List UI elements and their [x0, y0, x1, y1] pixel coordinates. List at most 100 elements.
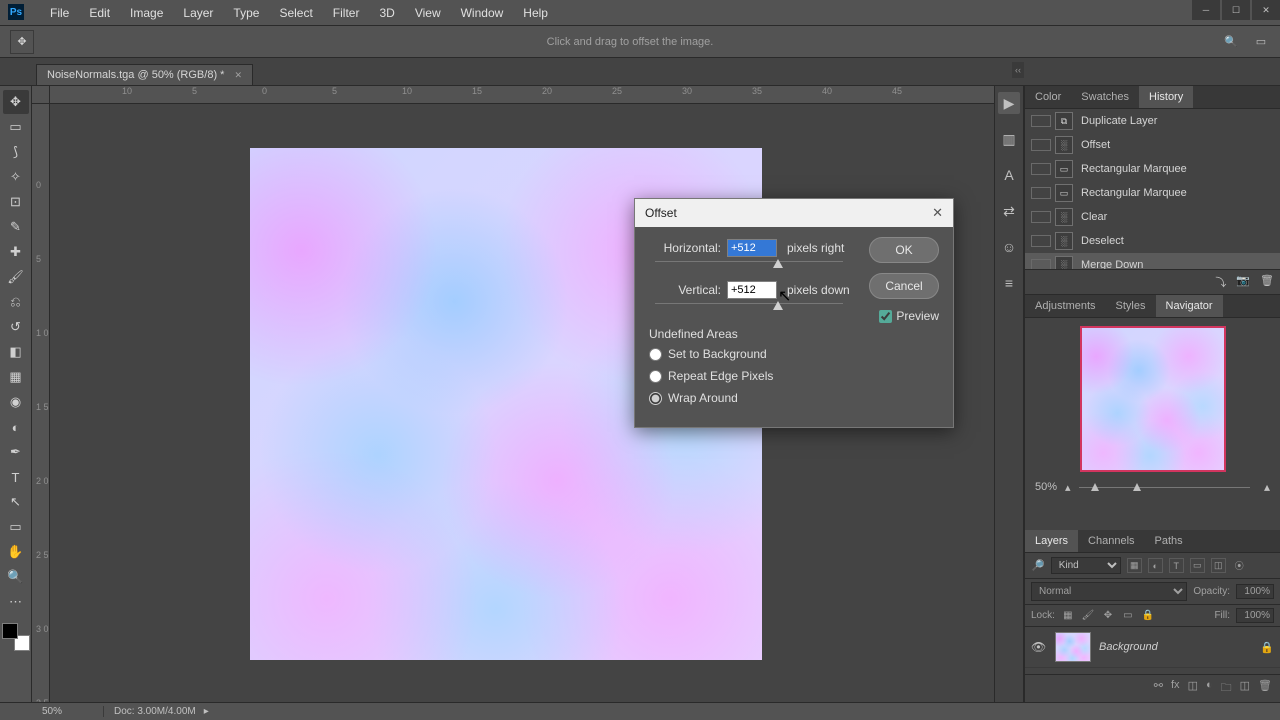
dodge-tool[interactable]: ◐	[3, 415, 29, 439]
misc-tool[interactable]: ⋯	[3, 590, 29, 614]
filter-kind-select[interactable]: Kind	[1051, 557, 1121, 574]
hand-tool[interactable]: ✋	[3, 540, 29, 564]
new-snapshot-icon[interactable]: ⤵	[1215, 274, 1226, 290]
status-zoom[interactable]: 50%	[36, 706, 104, 717]
menu-layer[interactable]: Layer	[173, 6, 223, 20]
navigator-zoom-value[interactable]: 50%	[1035, 481, 1057, 493]
lock-all-icon[interactable]: 🔒	[1141, 609, 1155, 623]
lock-artboard-icon[interactable]: ▭	[1121, 609, 1135, 623]
adjustment-layer-icon[interactable]: ◐	[1206, 679, 1213, 698]
radio-repeat-edge[interactable]	[649, 370, 662, 383]
menu-type[interactable]: Type	[223, 6, 269, 20]
opacity-value[interactable]: 100%	[1236, 584, 1274, 599]
search-icon[interactable]: 🔍	[1220, 31, 1242, 53]
fg-color-swatch[interactable]	[2, 623, 18, 639]
camera-icon[interactable]: 📷	[1236, 274, 1250, 290]
filter-toggle-icon[interactable]: ⦿	[1232, 558, 1247, 573]
radio-set-to-background[interactable]	[649, 348, 662, 361]
filter-type-icon[interactable]: T	[1169, 558, 1184, 573]
blend-mode-select[interactable]: Normal	[1031, 582, 1187, 601]
dialog-titlebar[interactable]: Offset ✕	[635, 199, 953, 227]
ruler-vertical[interactable]: 0 5 1 0 1 5 2 0 2 5 3 0 3 5	[32, 104, 50, 702]
zoom-tool[interactable]: 🔍	[3, 565, 29, 589]
zoom-in-icon[interactable]: ▴	[1264, 480, 1270, 494]
status-doc-info[interactable]: Doc: 3.00M/4.00M	[104, 706, 196, 717]
close-window-button[interactable]: ✕	[1252, 0, 1280, 20]
history-item[interactable]: ░Offset	[1025, 133, 1280, 157]
play-action-icon[interactable]: ▶	[998, 92, 1020, 114]
histogram-icon[interactable]: ▥	[998, 128, 1020, 150]
cancel-button[interactable]: Cancel	[869, 273, 939, 299]
status-menu-icon[interactable]: ▸	[204, 706, 209, 717]
tab-layers[interactable]: Layers	[1025, 530, 1078, 552]
layer-thumbnail[interactable]	[1055, 632, 1091, 662]
ruler-horizontal[interactable]: 10 5 0 5 10 15 20 25 30 35 40 45	[50, 86, 994, 104]
menu-edit[interactable]: Edit	[79, 6, 120, 20]
current-tool-icon[interactable]: ✥	[10, 30, 34, 54]
tab-swatches[interactable]: Swatches	[1071, 86, 1139, 108]
user-icon[interactable]: ☺	[998, 236, 1020, 258]
vertical-input[interactable]	[727, 281, 777, 299]
blur-tool[interactable]: ◉	[3, 390, 29, 414]
history-brush-tool[interactable]: ↺	[3, 315, 29, 339]
filter-smart-icon[interactable]: ◫	[1211, 558, 1226, 573]
history-item[interactable]: ░Clear	[1025, 205, 1280, 229]
minimize-button[interactable]: ─	[1192, 0, 1220, 20]
ok-button[interactable]: OK	[869, 237, 939, 263]
filter-shape-icon[interactable]: ▭	[1190, 558, 1205, 573]
lock-position-icon[interactable]: ✥	[1101, 609, 1115, 623]
navigator-zoom-slider[interactable]	[1079, 487, 1250, 488]
clone-stamp-tool[interactable]: ⎌	[3, 290, 29, 314]
panel-expander-left[interactable]: ‹‹	[1012, 62, 1024, 78]
history-item[interactable]: ⧉Duplicate Layer	[1025, 109, 1280, 133]
history-item[interactable]: ▭Rectangular Marquee	[1025, 181, 1280, 205]
color-swatches[interactable]	[2, 623, 30, 651]
zoom-out-icon[interactable]: ▴	[1065, 481, 1071, 494]
filter-adjust-icon[interactable]: ◐	[1148, 558, 1163, 573]
radio-wrap-around[interactable]	[649, 392, 662, 405]
fill-value[interactable]: 100%	[1236, 608, 1274, 623]
tab-history[interactable]: History	[1139, 86, 1193, 108]
menu-3d[interactable]: 3D	[369, 6, 404, 20]
swap-icon[interactable]: ⇄	[998, 200, 1020, 222]
tab-styles[interactable]: Styles	[1106, 295, 1156, 317]
path-selection-tool[interactable]: ↖	[3, 490, 29, 514]
menu-filter[interactable]: Filter	[323, 6, 370, 20]
eraser-tool[interactable]: ◧	[3, 340, 29, 364]
history-item[interactable]: ░Deselect	[1025, 229, 1280, 253]
rectangle-shape-tool[interactable]: ▭	[3, 515, 29, 539]
dialog-close-icon[interactable]: ✕	[932, 205, 943, 221]
layer-style-icon[interactable]: fx	[1171, 679, 1180, 698]
eyedropper-tool[interactable]: ✎	[3, 215, 29, 239]
healing-brush-tool[interactable]: ✚	[3, 240, 29, 264]
navigator-preview[interactable]	[1080, 326, 1226, 472]
type-tool[interactable]: T	[3, 465, 29, 489]
pen-tool[interactable]: ✒	[3, 440, 29, 464]
new-layer-icon[interactable]: ◫	[1240, 679, 1250, 698]
lock-pixels-icon[interactable]: 🖌	[1081, 609, 1095, 623]
menu-image[interactable]: Image	[120, 6, 173, 20]
magic-wand-tool[interactable]: ✧	[3, 165, 29, 189]
history-item[interactable]: ░Merge Down	[1025, 253, 1280, 269]
character-icon[interactable]: A	[998, 164, 1020, 186]
preview-checkbox[interactable]	[879, 310, 892, 323]
filter-pixel-icon[interactable]: ▦	[1127, 558, 1142, 573]
horizontal-input[interactable]	[727, 239, 777, 257]
rect-marquee-tool[interactable]: ▭	[3, 115, 29, 139]
link-layers-icon[interactable]: ⚯	[1154, 679, 1163, 698]
vertical-slider[interactable]	[655, 303, 843, 304]
delete-layer-icon[interactable]: 🗑	[1258, 679, 1272, 698]
lock-transparent-icon[interactable]: ▦	[1061, 609, 1075, 623]
move-tool[interactable]: ✥	[3, 90, 29, 114]
menu-view[interactable]: View	[405, 6, 451, 20]
menu-file[interactable]: File	[40, 6, 79, 20]
panel-toggle-icon[interactable]: ▭	[1250, 31, 1272, 53]
tab-adjustments[interactable]: Adjustments	[1025, 295, 1106, 317]
document-tab[interactable]: NoiseNormals.tga @ 50% (RGB/8) * ✕	[36, 64, 253, 85]
lasso-tool[interactable]: ⟆	[3, 140, 29, 164]
menu-window[interactable]: Window	[451, 6, 514, 20]
close-tab-icon[interactable]: ✕	[234, 70, 242, 81]
menu-help[interactable]: Help	[513, 6, 558, 20]
history-item[interactable]: ▭Rectangular Marquee	[1025, 157, 1280, 181]
brush-tool[interactable]: 🖌	[3, 265, 29, 289]
